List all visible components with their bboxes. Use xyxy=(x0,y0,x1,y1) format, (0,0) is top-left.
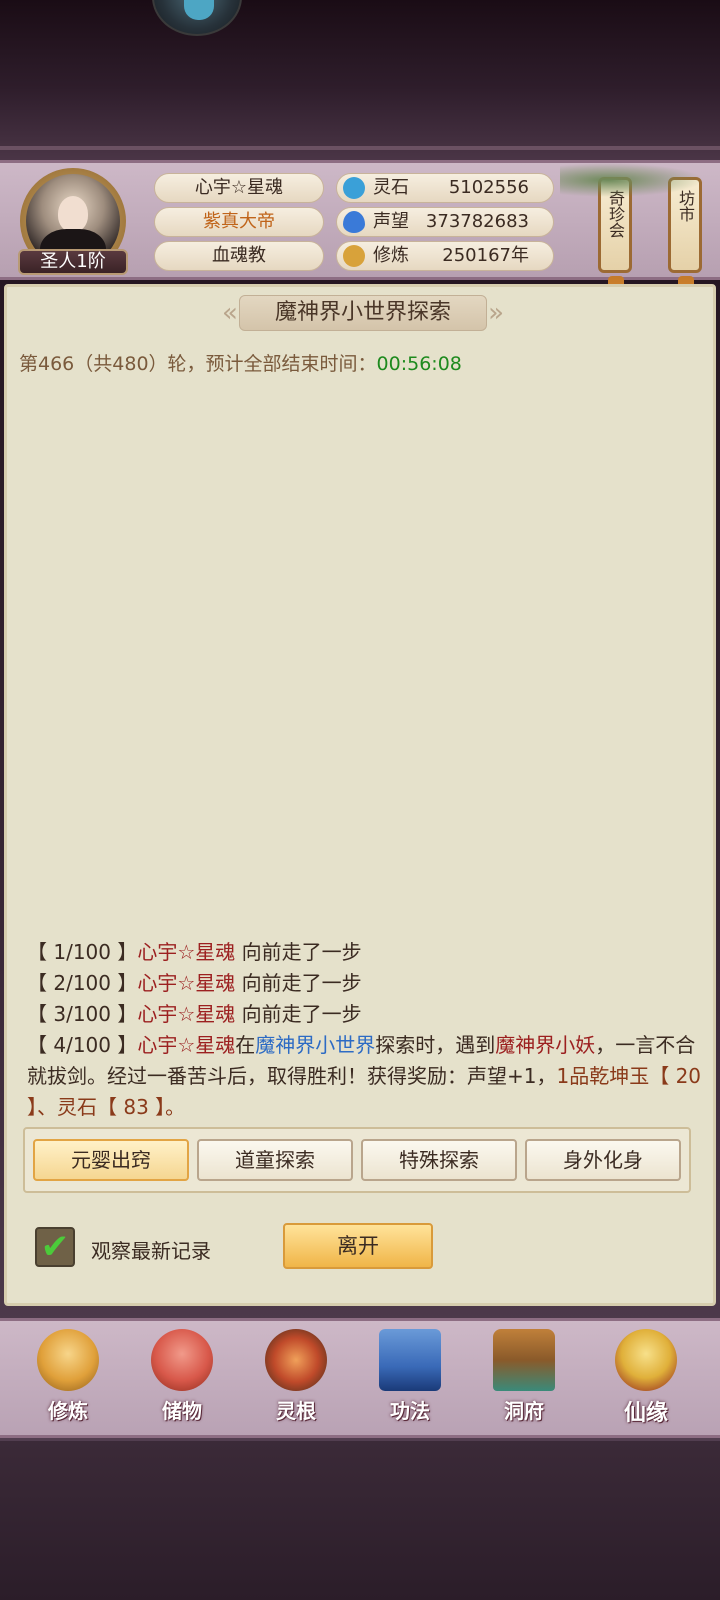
bottom-nav: 修炼 储物 灵根 功法 洞府 仙缘 xyxy=(0,1318,720,1438)
bottom-background xyxy=(0,1441,720,1600)
log-player-name: 心宇☆星魂 xyxy=(137,971,236,995)
watch-latest-label: 观察最新记录 xyxy=(91,1239,211,1263)
prestige-flame-icon xyxy=(343,211,365,233)
divider xyxy=(0,146,720,150)
player-name: 心宇☆星魂 xyxy=(154,173,324,203)
immortal-gourd-icon xyxy=(615,1329,677,1391)
spirit-root-icon xyxy=(265,1329,327,1391)
stat-value: 373782683 xyxy=(425,211,529,232)
player-sect: 血魂教 xyxy=(154,241,324,271)
nav-label: 修炼 xyxy=(48,1399,88,1423)
cave-house-icon xyxy=(493,1329,555,1391)
exploration-tabs: 元婴出窍 道童探索 特殊探索 身外化身 xyxy=(23,1127,691,1193)
tab-special-explore[interactable]: 特殊探索 xyxy=(361,1139,517,1181)
log-text: 在 xyxy=(235,1033,256,1057)
stat-spirit-stone: 灵石 5102556 xyxy=(336,173,554,203)
rank-badge: 圣人1阶 xyxy=(18,249,128,275)
round-time: 00:56:08 xyxy=(376,353,462,375)
exploration-panel: 魔神界小世界探索 第466（共480）轮，预计全部结束时间：00:56:08 【… xyxy=(4,284,716,1306)
watch-latest-checkbox[interactable]: ✔ xyxy=(35,1227,75,1267)
stat-value: 5102556 xyxy=(448,177,529,198)
cultivate-monk-icon xyxy=(37,1329,99,1391)
nav-cultivate[interactable]: 修炼 xyxy=(18,1329,118,1433)
log-entry: 【 2/100 】心宇☆星魂 向前走了一步 xyxy=(27,968,707,999)
nav-label: 洞府 xyxy=(504,1399,544,1423)
stat-label: 灵石 xyxy=(373,177,409,198)
round-text: 第466（共480）轮，预计全部结束时间： xyxy=(19,353,377,375)
log-text: 向前走了一步 xyxy=(235,1002,362,1026)
log-entry: 【 4/100 】心宇☆星魂在魔神界小世界探索时，遇到魔神界小妖，一言不合就拔剑… xyxy=(27,1030,707,1123)
leave-button[interactable]: 离开 xyxy=(283,1223,433,1269)
nav-label: 灵根 xyxy=(276,1399,316,1423)
tab-disciple-explore[interactable]: 道童探索 xyxy=(197,1139,353,1181)
nav-technique[interactable]: 功法 xyxy=(360,1329,460,1433)
storage-bag-icon xyxy=(151,1329,213,1391)
player-title: 紫真大帝 xyxy=(154,207,324,237)
log-player-name: 心宇☆星魂 xyxy=(137,940,236,964)
log-player-name: 心宇☆星魂 xyxy=(137,1002,236,1026)
stat-label: 声望 xyxy=(373,211,409,232)
log-entry: 【 3/100 】心宇☆星魂 向前走了一步 xyxy=(27,999,707,1030)
technique-book-icon xyxy=(379,1329,441,1391)
stat-label: 修炼 xyxy=(373,245,409,266)
stat-prestige: 声望 373782683 xyxy=(336,207,554,237)
nav-cave[interactable]: 洞府 xyxy=(474,1329,574,1433)
stat-value: 250167年 xyxy=(442,245,529,266)
round-status: 第466（共480）轮，预计全部结束时间：00:56:08 xyxy=(19,349,462,376)
nav-spirit-root[interactable]: 灵根 xyxy=(246,1329,346,1433)
nav-immortal-fate[interactable]: 仙缘 xyxy=(596,1329,696,1433)
pine-decoration xyxy=(560,160,720,200)
top-background xyxy=(0,0,720,160)
log-player-name: 心宇☆星魂 xyxy=(137,1033,236,1057)
stat-cultivation: 修炼 250167年 xyxy=(336,241,554,271)
nav-label: 储物 xyxy=(162,1399,202,1423)
log-text: 探索时，遇到 xyxy=(375,1033,496,1057)
nav-label: 仙缘 xyxy=(623,1401,668,1426)
log-text: 向前走了一步 xyxy=(235,940,362,964)
log-step: 【 1/100 】 xyxy=(27,940,138,964)
tab-avatar-clone[interactable]: 身外化身 xyxy=(525,1139,681,1181)
log-step: 【 2/100 】 xyxy=(27,971,138,995)
meditation-icon xyxy=(343,245,365,267)
log-entry: 【 1/100 】心宇☆星魂 向前走了一步 xyxy=(27,937,707,968)
spirit-stone-icon xyxy=(343,177,365,199)
log-place-link[interactable]: 魔神界小世界 xyxy=(255,1033,375,1057)
log-step: 【 3/100 】 xyxy=(27,1002,138,1026)
log-text: 向前走了一步 xyxy=(235,971,362,995)
log-monster-name: 魔神界小妖 xyxy=(495,1033,596,1057)
nav-label: 功法 xyxy=(390,1399,430,1423)
exploration-log[interactable]: 【 1/100 】心宇☆星魂 向前走了一步 【 2/100 】心宇☆星魂 向前走… xyxy=(27,937,707,1123)
tab-nascent-soul[interactable]: 元婴出窍 xyxy=(33,1139,189,1181)
log-step: 【 4/100 】 xyxy=(27,1033,138,1057)
nav-storage[interactable]: 储物 xyxy=(132,1329,232,1433)
panel-title: 魔神界小世界探索 xyxy=(222,295,504,331)
